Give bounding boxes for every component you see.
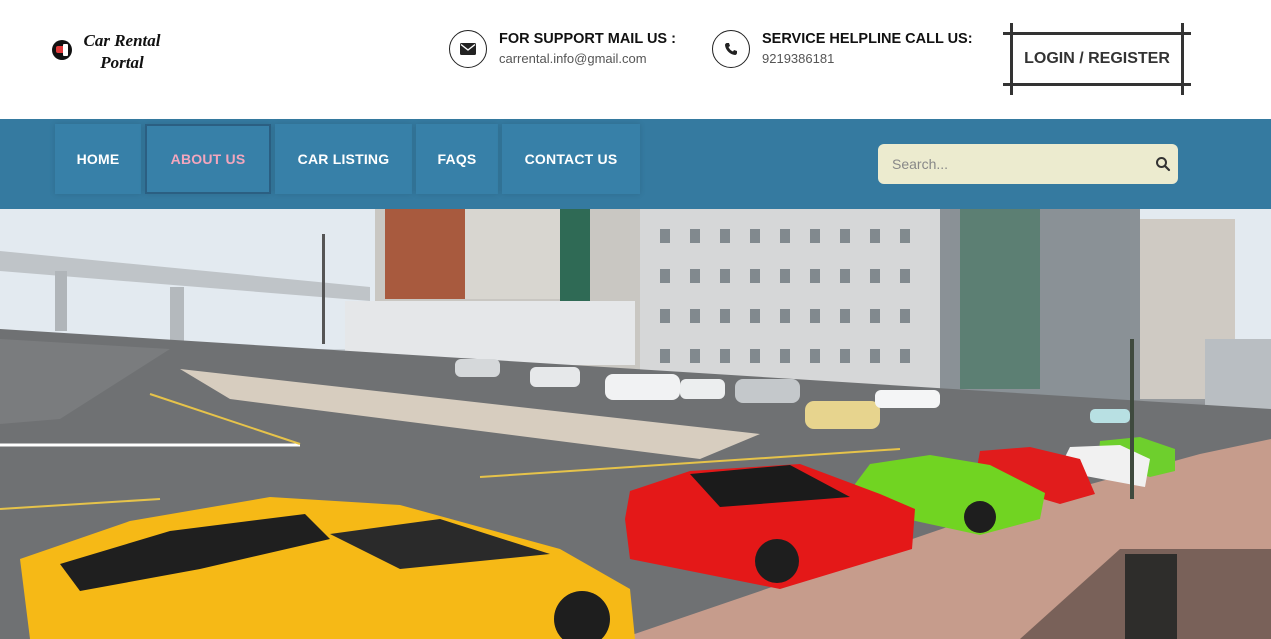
hero-banner xyxy=(0,209,1271,639)
site-logo[interactable]: Car Rental Portal xyxy=(52,30,172,74)
mail-icon xyxy=(449,30,487,68)
support-email[interactable]: carrental.info@gmail.com xyxy=(499,51,647,66)
login-register-button[interactable]: LOGIN / REGISTER xyxy=(1003,23,1191,95)
search-input[interactable] xyxy=(878,144,1148,184)
helpline-title: SERVICE HELPLINE CALL US: xyxy=(762,31,973,47)
nav-home[interactable]: HOME xyxy=(55,124,141,194)
logo-text: Car Rental Portal xyxy=(74,30,170,74)
nav-car-listing[interactable]: CAR LISTING xyxy=(275,124,412,194)
logo-line-1: Car Rental xyxy=(83,31,161,50)
nav-faqs[interactable]: FAQS xyxy=(416,124,498,194)
search-box xyxy=(878,144,1178,184)
helpline-number[interactable]: 9219386181 xyxy=(762,51,834,66)
support-title: FOR SUPPORT MAIL US : xyxy=(499,31,676,47)
phone-icon xyxy=(712,30,750,68)
logo-icon xyxy=(52,40,72,60)
frame-decoration-left xyxy=(1010,23,1013,95)
main-nav: HOME ABOUT US CAR LISTING FAQS CONTACT U… xyxy=(55,124,644,194)
login-register-label: LOGIN / REGISTER xyxy=(1024,50,1170,67)
hero-image xyxy=(0,209,1271,639)
nav-about-us[interactable]: ABOUT US xyxy=(145,124,271,194)
frame-decoration-right xyxy=(1181,23,1184,95)
search-icon[interactable] xyxy=(1154,155,1172,173)
main-navbar: HOME ABOUT US CAR LISTING FAQS CONTACT U… xyxy=(0,119,1271,209)
logo-line-2: Portal xyxy=(100,53,144,72)
site-header: Car Rental Portal FOR SUPPORT MAIL US : … xyxy=(0,0,1271,119)
nav-contact-us[interactable]: CONTACT US xyxy=(502,124,640,194)
